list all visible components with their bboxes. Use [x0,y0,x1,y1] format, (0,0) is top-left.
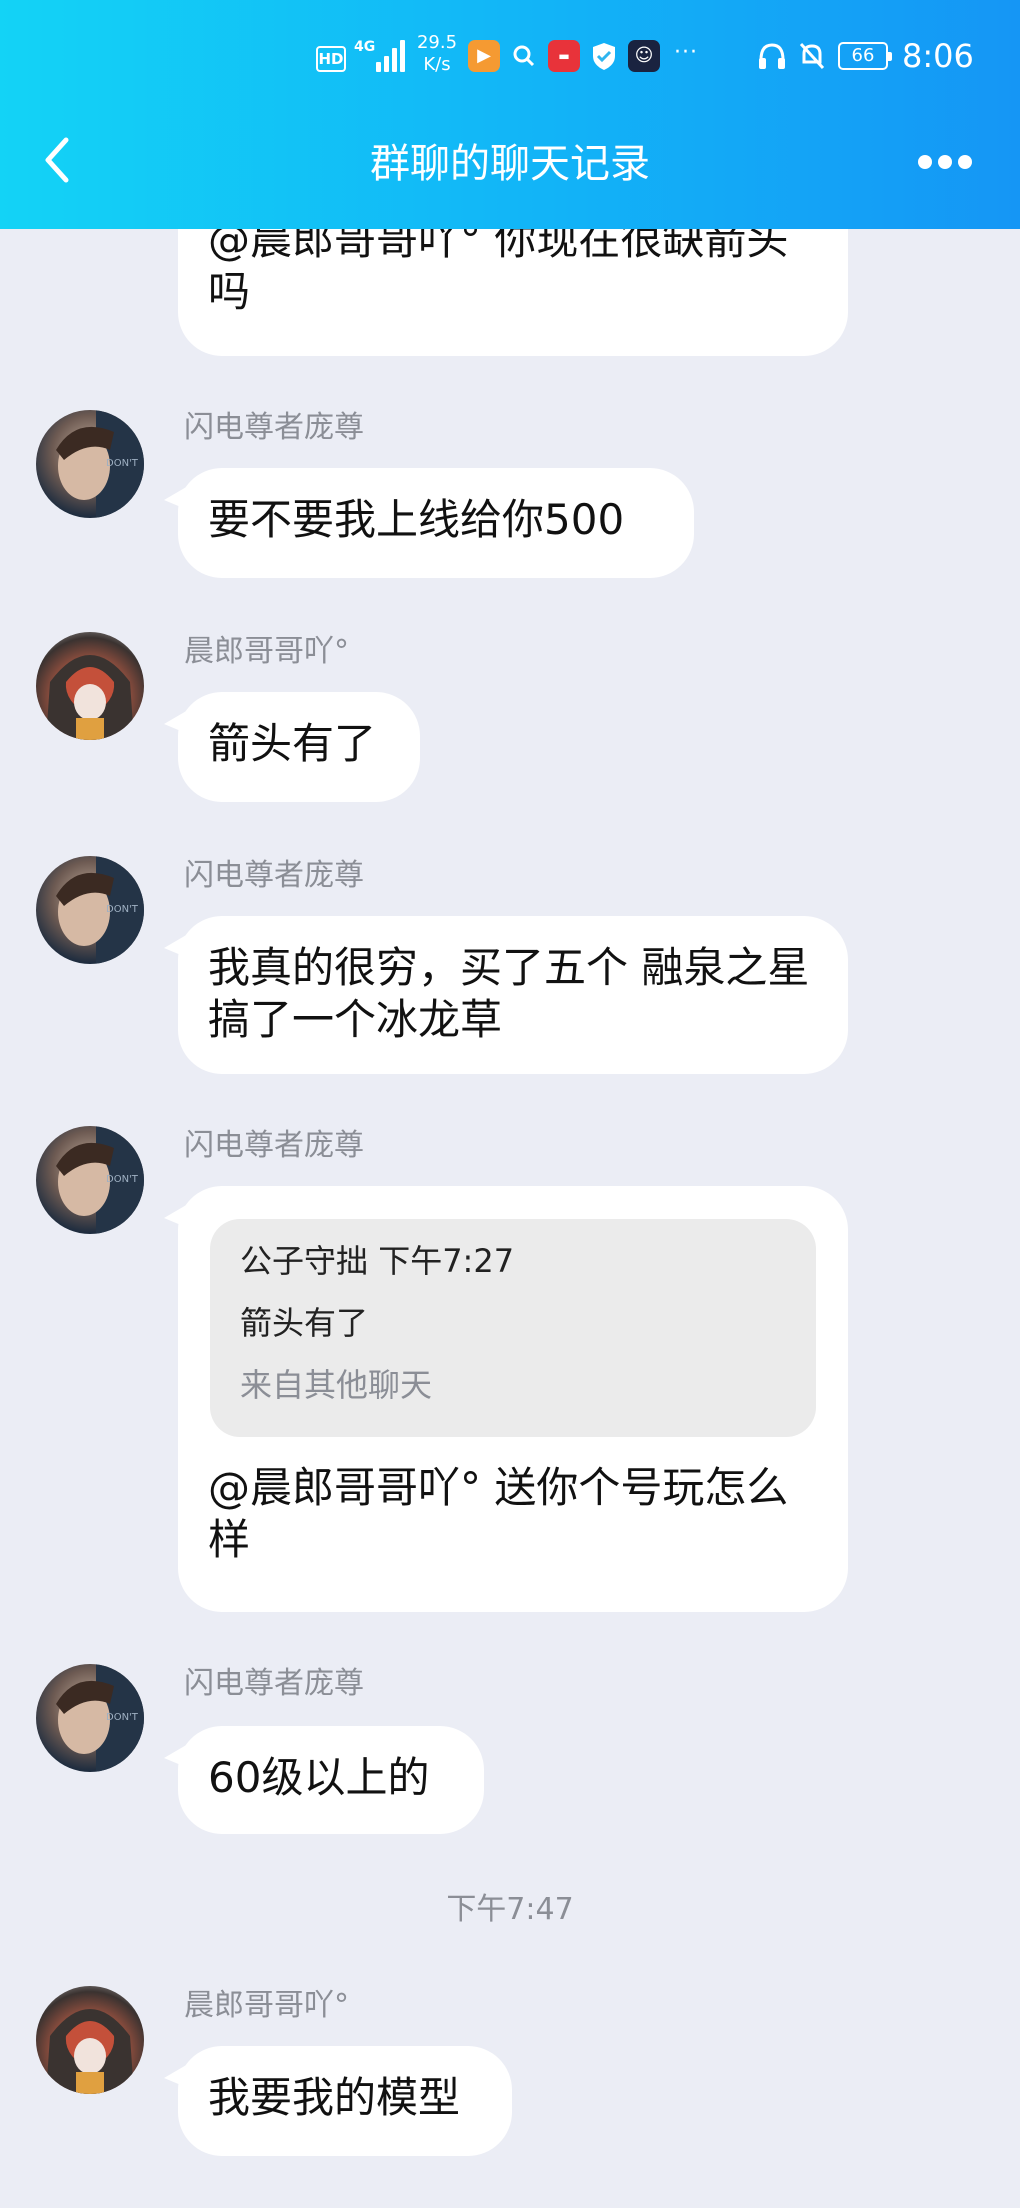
sender-name: 闪电尊者庞尊 [184,858,364,893]
header: HD 4G 29.5 K/s ▶ ▬ ☺ ··· 66 8:06 群聊的聊天记录 [0,0,1020,229]
message-text: 60级以上的 [208,1753,430,1802]
quoted-message[interactable]: 公子守拙 下午7:27 箭头有了 来自其他聊天 [210,1219,816,1437]
avatar[interactable]: DON'T [36,1664,144,1772]
sender-name: 闪电尊者庞尊 [184,1128,364,1163]
quote-header: 公子守拙 下午7:27 [240,1239,786,1301]
timestamp-divider: 下午7:47 [446,1892,574,1927]
quote-text: 箭头有了 [240,1304,369,1342]
page-title: 群聊的聊天记录 [370,141,650,187]
message-bubble[interactable]: 我真的很穷，买了五个 融泉之星搞了一个冰龙草 [164,916,848,1074]
status-bar: HD 4G 29.5 K/s ▶ ▬ ☺ ··· 66 8:06 [0,0,1020,110]
message-text: @晨郎哥哥吖° 你现在很缺箭头吗 [208,215,789,316]
message-text: @晨郎哥哥吖° 送你个号玩怎么样 [208,1463,789,1564]
sender-name: 晨郎哥哥吖° [184,634,349,669]
svg-text:DON'T: DON'T [106,458,139,469]
clock: 8:06 [902,37,974,75]
speed-unit: K/s [423,54,451,75]
message-bubble[interactable]: 我要我的模型 [164,2046,512,2156]
avatar[interactable]: DON'T [36,1126,144,1234]
sender-name: 晨郎哥哥吖° [184,1988,349,2023]
message-text: 箭头有了 [208,719,377,768]
signal-icon [376,40,406,72]
message-text: 要不要我上线给你500 [208,495,625,544]
video-app-icon: ▶ [468,40,500,72]
more-notifications-icon: ··· [674,40,698,65]
more-options-button[interactable] [914,148,974,174]
robot-app-icon: ☺ [628,40,660,72]
shield-check-icon [588,40,620,72]
network-type: 4G [354,39,376,55]
svg-text:DON'T: DON'T [106,1174,139,1185]
network-speed: 29.5 K/s [412,32,462,76]
huawei-app-icon: ▬ [548,40,580,72]
message-text: 我要我的模型 [208,2073,461,2122]
avatar[interactable] [36,632,144,740]
message-bubble[interactable]: 要不要我上线给你500 [164,468,694,578]
headphones-icon [756,40,788,72]
hd-icon: HD [316,46,346,72]
quote-time: 下午7:27 [378,1242,515,1280]
sender-name: 闪电尊者庞尊 [184,1666,364,1701]
mute-bell-icon [796,40,828,72]
quote-author: 公子守拙 [240,1242,369,1280]
message-text: 我真的很穷，买了五个 融泉之星搞了一个冰龙草 [208,943,810,1044]
chat-area[interactable]: @晨郎哥哥吖° 你现在很缺箭头吗 DON'T 闪电尊者庞尊 要不要我上线给你50… [0,0,1020,2208]
battery-icon: 66 [838,42,892,70]
svg-text:DON'T: DON'T [106,1712,139,1723]
avatar[interactable]: DON'T [36,410,144,518]
search-icon [508,40,540,72]
quote-source: 来自其他聊天 [240,1366,433,1404]
svg-text:DON'T: DON'T [106,904,139,915]
message-bubble[interactable]: 60级以上的 [164,1726,484,1834]
sender-name: 闪电尊者庞尊 [184,410,364,445]
speed-value: 29.5 [416,32,458,53]
avatar[interactable] [36,1986,144,2094]
avatar[interactable]: DON'T [36,856,144,964]
message-bubble[interactable]: 箭头有了 [164,692,420,802]
